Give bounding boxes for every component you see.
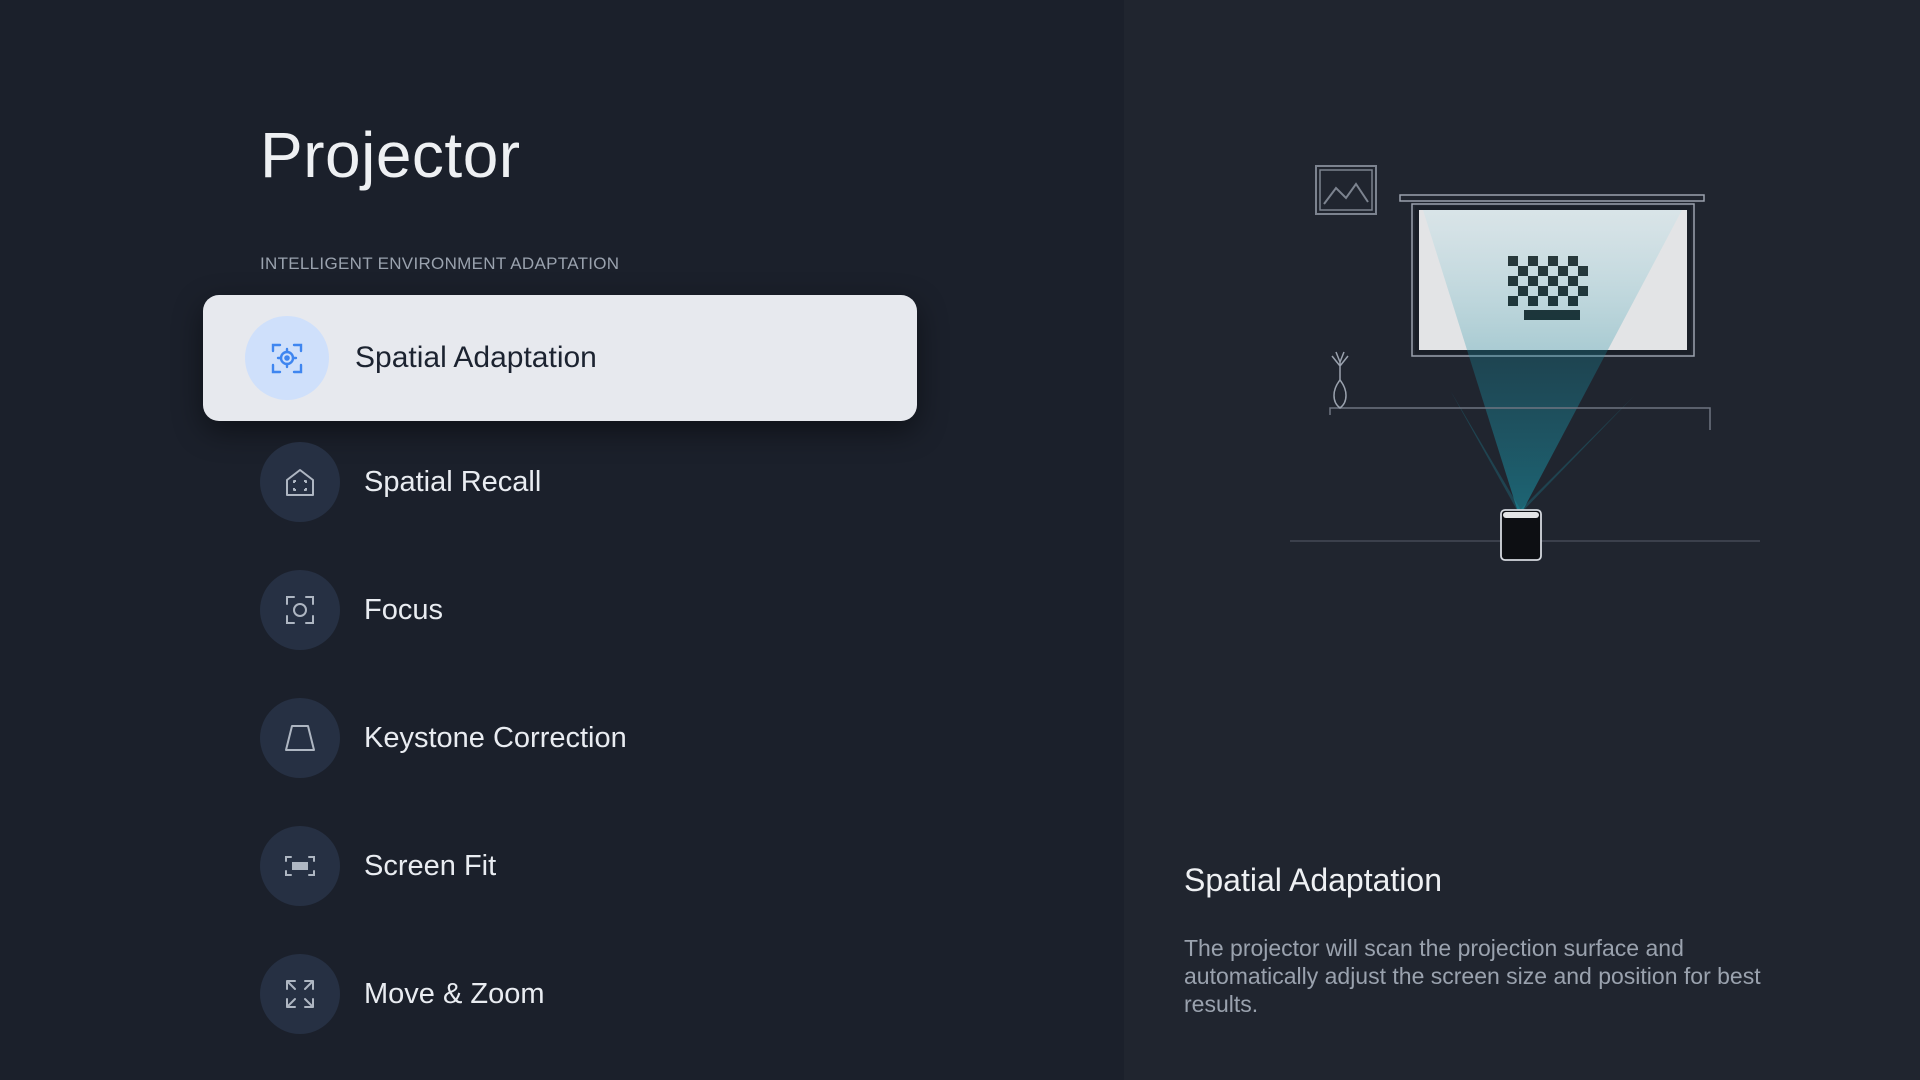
menu-item-screen-fit[interactable]: Screen Fit: [260, 816, 910, 916]
screen-rail: [1399, 194, 1705, 202]
menu-item-label: Focus: [364, 593, 443, 626]
menu-item-focus[interactable]: Focus: [260, 560, 910, 660]
section-label: INTELLIGENT ENVIRONMENT ADAPTATION: [260, 254, 620, 273]
menu-item-label: Spatial Recall: [364, 465, 542, 498]
projector-device-icon: [1500, 509, 1542, 561]
screen-fit-icon: [260, 826, 340, 906]
projection-beam: [1423, 210, 1682, 512]
picture-frame-icon: [1315, 165, 1377, 215]
expand-icon: [260, 954, 340, 1034]
menu-item-keystone-correction[interactable]: Keystone Correction: [260, 688, 910, 788]
focus-icon: [260, 570, 340, 650]
menu-item-spatial-recall[interactable]: Spatial Recall: [260, 432, 910, 532]
keystone-icon: [260, 698, 340, 778]
menu-item-label: Screen Fit: [364, 849, 497, 882]
detail-title: Spatial Adaptation: [1184, 862, 1442, 898]
menu-item-move-zoom[interactable]: Move & Zoom: [260, 944, 910, 1044]
detail-description: The projector will scan the projection s…: [1184, 935, 1761, 1017]
home-scan-icon: [260, 442, 340, 522]
menu-item-label: Move & Zoom: [364, 977, 545, 1010]
page-title: Projector: [260, 119, 521, 191]
menu-pane: [0, 0, 1124, 1080]
vase-icon: [1331, 351, 1349, 409]
scan-target-icon: [245, 316, 329, 400]
menu-item-label: Spatial Adaptation: [355, 341, 597, 374]
menu-item-spatial-adaptation[interactable]: Spatial Adaptation: [203, 295, 917, 421]
menu-item-label: Keystone Correction: [364, 721, 627, 754]
projector-illustration: [1290, 165, 1760, 561]
